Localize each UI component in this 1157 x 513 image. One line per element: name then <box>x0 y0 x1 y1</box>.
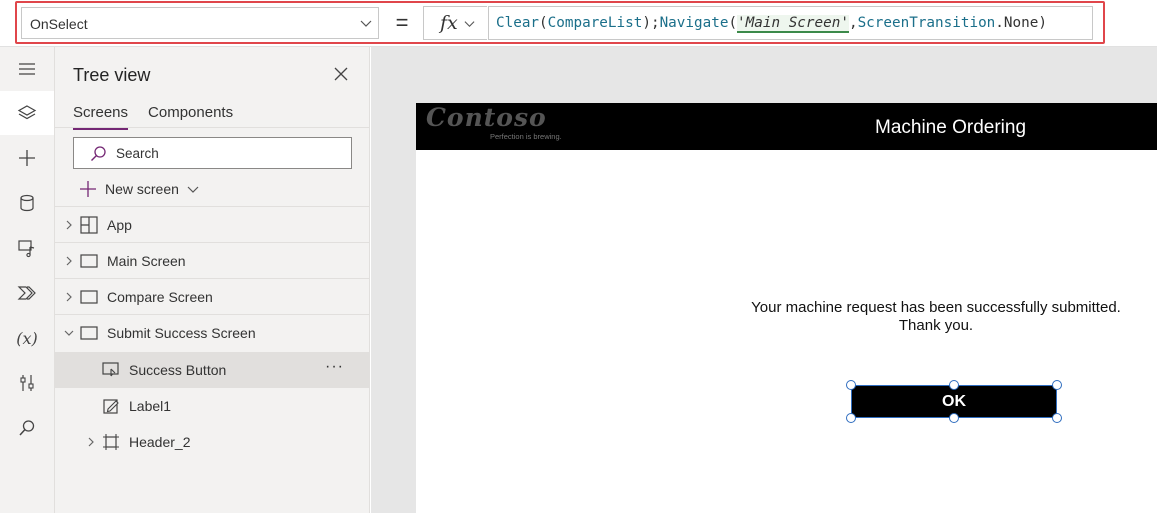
tree-search-input[interactable]: Search <box>73 137 352 169</box>
data-button[interactable] <box>0 181 54 225</box>
chevron-right-icon[interactable] <box>86 436 96 448</box>
formula-token: ( <box>728 15 738 31</box>
more-options-button[interactable]: ··· <box>325 358 344 376</box>
tree-node-label: Main Screen <box>107 253 186 269</box>
formula-token: Clear <box>496 15 540 31</box>
formula-bar: OnSelect = fx Clear(CompareList);Navigat… <box>0 0 1157 47</box>
app-icon <box>80 216 98 234</box>
formula-token: CompareList <box>547 15 643 31</box>
chevron-right-icon[interactable] <box>64 219 74 231</box>
chevron-right-icon[interactable] <box>64 255 74 267</box>
left-rail: (x) <box>0 47 55 513</box>
resize-handle-bottom-left[interactable] <box>846 413 856 423</box>
success-message-line1: Your machine request has been successful… <box>751 299 1121 316</box>
tree-node-label: Success Button <box>129 362 227 378</box>
search-icon <box>91 146 106 161</box>
tree-node-label1[interactable]: Label1 <box>55 388 370 424</box>
formula-token: , <box>848 15 858 31</box>
resize-handle-bottom-right[interactable] <box>1052 413 1062 423</box>
tree-view-button[interactable] <box>0 91 54 135</box>
screen-icon <box>80 254 98 268</box>
search-placeholder: Search <box>116 146 159 161</box>
formula-token: ); <box>642 15 660 31</box>
tree-node-label: App <box>107 217 132 233</box>
menu-icon <box>19 63 35 75</box>
add-icon <box>80 181 96 197</box>
close-icon[interactable] <box>333 66 349 82</box>
app-header[interactable]: Contoso Perfection is brewing. Machine O… <box>416 103 1157 150</box>
formula-token: ( <box>539 15 548 31</box>
formula-input[interactable]: Clear(CompareList);Navigate('Main Screen… <box>488 6 1093 40</box>
tree-node-compare-screen[interactable]: Compare Screen <box>55 279 370 315</box>
tree-node-app[interactable]: App <box>55 207 370 243</box>
new-screen-label: New screen <box>105 181 179 197</box>
fx-button[interactable]: fx <box>423 6 487 40</box>
tree-view-panel: Tree view Screens Components Search New … <box>55 47 370 513</box>
screen-icon <box>80 290 98 304</box>
tree-node-label: Header_2 <box>129 434 191 450</box>
tree-node-label: Compare Screen <box>107 289 213 305</box>
advanced-tools-button[interactable] <box>0 361 54 405</box>
resize-handle-bottom[interactable] <box>949 413 959 423</box>
variables-icon: (x) <box>16 328 38 348</box>
label-edit-icon <box>103 399 119 414</box>
chevron-right-icon[interactable] <box>64 291 74 303</box>
tree-view-title: Tree view <box>73 65 151 85</box>
chevron-down-icon <box>360 20 372 27</box>
fx-icon: fx <box>440 12 458 34</box>
contoso-logo: Contoso <box>426 103 547 132</box>
app-title: Machine Ordering <box>875 117 1027 138</box>
media-icon <box>18 240 35 258</box>
formula-token: Navigate <box>659 15 729 31</box>
property-dropdown[interactable]: OnSelect <box>21 7 379 39</box>
power-automate-button[interactable] <box>0 271 54 315</box>
new-screen-button[interactable]: New screen <box>79 179 199 199</box>
equals-sign: = <box>395 10 409 35</box>
formula-token: 'Main Screen' <box>737 15 849 33</box>
button-icon <box>102 362 119 377</box>
success-message-line2: Thank you. <box>898 317 974 334</box>
tree-node-success-button[interactable]: Success Button ··· <box>55 352 370 388</box>
resize-handle-top-left[interactable] <box>846 380 856 390</box>
resize-handle-top-right[interactable] <box>1052 380 1062 390</box>
menu-button[interactable] <box>0 47 54 91</box>
media-button[interactable] <box>0 226 54 270</box>
success-message[interactable]: Your machine request has been successful… <box>716 299 1156 335</box>
search-button[interactable] <box>0 406 54 450</box>
power-automate-icon <box>17 286 36 300</box>
formula-token: .None) <box>995 15 1047 31</box>
group-icon <box>103 434 119 450</box>
tree-node-header-2[interactable]: Header_2 <box>55 424 370 460</box>
tree-node-main-screen[interactable]: Main Screen <box>55 243 370 279</box>
property-dropdown-value: OnSelect <box>30 16 88 32</box>
variables-button[interactable]: (x) <box>0 316 54 360</box>
divider <box>55 127 370 128</box>
tree-node-label: Submit Success Screen <box>107 325 256 341</box>
formula-token: ScreenTransition <box>857 15 996 31</box>
chevron-down-icon <box>464 21 475 28</box>
chevron-down-icon <box>187 186 199 193</box>
add-icon <box>19 150 35 166</box>
logo-tagline: Perfection is brewing. <box>490 132 562 141</box>
tree-node-submit-success-screen[interactable]: Submit Success Screen <box>55 315 370 351</box>
resize-handle-top[interactable] <box>949 380 959 390</box>
data-icon <box>20 194 34 212</box>
tools-icon <box>20 375 34 391</box>
chevron-down-icon[interactable] <box>63 327 75 339</box>
layers-icon <box>17 105 37 120</box>
app-screen-preview[interactable]: Contoso Perfection is brewing. Machine O… <box>416 103 1157 513</box>
screen-icon <box>80 326 98 340</box>
insert-button[interactable] <box>0 136 54 180</box>
tree-node-label: Label1 <box>129 398 172 414</box>
search-icon <box>19 420 35 436</box>
